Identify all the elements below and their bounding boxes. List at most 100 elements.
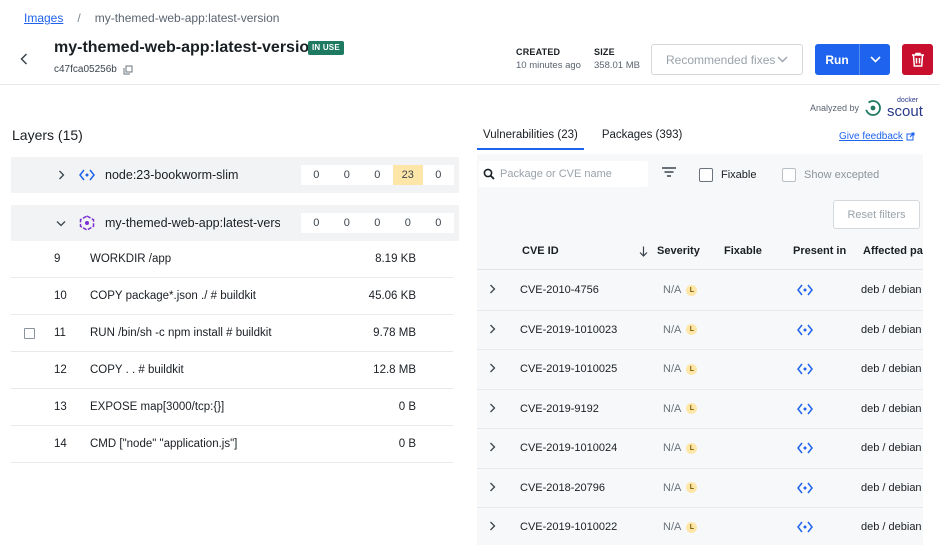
layer-checkbox[interactable] — [24, 328, 35, 339]
layer-row[interactable]: 13 EXPOSE map[3000/tcp:{}] 0 B — [11, 389, 453, 426]
layer-name: node:23-bookworm-slim — [105, 168, 280, 182]
copy-icon[interactable] — [123, 65, 133, 75]
layer-command: RUN /bin/sh -c npm install # buildkit — [90, 327, 272, 339]
cve-id[interactable]: CVE-2019-1010022 — [520, 521, 617, 533]
tab-packages[interactable]: Packages (393) — [596, 122, 689, 150]
layer-group-node[interactable]: node:23-bookworm-slim 0 0 0 23 0 — [11, 157, 459, 193]
present-in-icon — [797, 362, 813, 379]
search-input[interactable]: Package or CVE name — [479, 161, 648, 187]
layer-row[interactable]: 9 WORKDIR /app 8.19 KB — [11, 241, 453, 278]
chevron-right-icon[interactable] — [489, 324, 496, 334]
layer-index: 11 — [54, 327, 66, 339]
count-low: 23 — [392, 165, 423, 185]
present-in-icon — [797, 520, 813, 537]
severity-level-badge: L — [686, 324, 698, 335]
vulnerability-row[interactable]: CVE-2019-1010025 N/A L deb / debian — [477, 350, 923, 390]
header-affected-package[interactable]: Affected pac — [863, 245, 923, 257]
layer-index: 13 — [54, 401, 67, 413]
header-fixable[interactable]: Fixable — [724, 245, 762, 257]
run-options-button[interactable] — [860, 44, 890, 75]
layer-command: EXPOSE map[3000/tcp:{}] — [90, 401, 225, 413]
collapse-layer-button[interactable] — [51, 220, 71, 227]
cve-id[interactable]: CVE-2019-1010024 — [520, 442, 617, 454]
affected-package: deb / debian — [861, 363, 922, 375]
chevron-right-icon[interactable] — [489, 482, 496, 492]
fixable-label: Fixable — [721, 169, 757, 181]
layer-group-app[interactable]: my-themed-web-app:latest-vers... 0 0 0 0… — [11, 205, 459, 241]
chevron-down-icon — [777, 56, 788, 63]
expand-layer-button[interactable] — [51, 170, 71, 180]
layer-size: 12.8 MB — [373, 364, 416, 376]
chevron-right-icon[interactable] — [489, 363, 496, 373]
chevron-right-icon[interactable] — [489, 521, 496, 531]
severity: N/A L — [663, 442, 698, 454]
count-unspecified: 0 — [423, 165, 454, 185]
present-in-icon — [797, 441, 813, 458]
cve-id[interactable]: CVE-2019-1010025 — [520, 363, 617, 375]
chevron-right-icon[interactable] — [489, 284, 496, 294]
header-present-in[interactable]: Present in — [793, 245, 846, 257]
digest-text: c47fca05256b — [54, 64, 117, 75]
sort-arrow-down-icon[interactable] — [639, 246, 648, 257]
layer-command: COPY package*.json ./ # buildkit — [90, 290, 256, 302]
recommended-fixes-dropdown[interactable]: Recommended fixes — [651, 44, 803, 75]
show-excepted-checkbox[interactable]: Show excepted — [782, 168, 879, 182]
vulnerability-row[interactable]: CVE-2019-9192 N/A L deb / debian — [477, 390, 923, 429]
chevron-right-icon[interactable] — [489, 442, 496, 452]
chevron-down-icon — [56, 220, 66, 226]
layer-command: WORKDIR /app — [90, 253, 172, 265]
severity-level-badge: L — [686, 482, 698, 493]
layer-name-prefix: node — [105, 168, 133, 182]
cve-id[interactable]: CVE-2018-20796 — [520, 482, 605, 494]
layer-size: 0 B — [398, 401, 416, 413]
chevron-down-icon — [869, 56, 881, 63]
layer-size: 9.78 MB — [373, 327, 416, 339]
chevron-right-icon[interactable] — [489, 403, 496, 413]
severity-text: N/A — [663, 402, 682, 415]
reset-filters-button[interactable]: Reset filters — [833, 200, 920, 229]
cve-id[interactable]: CVE-2010-4756 — [520, 284, 599, 296]
present-in-icon — [797, 283, 813, 300]
layer-size: 8.19 KB — [375, 253, 416, 265]
affected-package: deb / debian — [861, 481, 922, 494]
layer-row[interactable]: 10 COPY package*.json ./ # buildkit 45.0… — [11, 278, 453, 315]
brand-scout: scout — [887, 103, 923, 120]
delete-button[interactable] — [902, 44, 933, 75]
show-excepted-box[interactable] — [782, 168, 796, 182]
fixable-checkbox[interactable]: Fixable — [699, 168, 756, 182]
breadcrumb-images-link[interactable]: Images — [24, 11, 63, 25]
layer-row[interactable]: 12 COPY . . # buildkit 12.8 MB — [11, 352, 453, 389]
image-digest: c47fca05256b — [54, 64, 133, 75]
severity: N/A L — [663, 363, 698, 375]
vulnerability-row[interactable]: CVE-2010-4756 N/A L deb / debian — [477, 271, 923, 311]
tab-vulnerabilities[interactable]: Vulnerabilities (23) — [477, 122, 584, 150]
filter-icon[interactable] — [661, 166, 677, 178]
vulnerability-row[interactable]: CVE-2018-20796 N/A L deb / debian — [477, 469, 923, 508]
vulnerability-counts: 0 0 0 0 0 — [301, 213, 454, 233]
cve-id[interactable]: CVE-2019-1010023 — [520, 324, 617, 336]
severity-text: N/A — [663, 481, 682, 494]
cve-id[interactable]: CVE-2019-9192 — [520, 403, 599, 415]
fixable-box[interactable] — [699, 168, 713, 182]
vulnerability-row[interactable]: CVE-2019-1010024 N/A L deb / debian — [477, 429, 923, 469]
present-in-icon — [797, 323, 813, 340]
severity-level-badge: L — [686, 284, 698, 296]
layer-index: 12 — [54, 364, 67, 376]
base-image-icon — [78, 168, 96, 182]
run-button[interactable]: Run — [815, 44, 890, 75]
header-severity[interactable]: Severity — [657, 245, 700, 257]
affected-package: deb / debian — [861, 323, 922, 336]
layer-index: 14 — [54, 438, 67, 450]
layer-name-prefix: my-themed-web-app — [105, 216, 220, 230]
vulnerability-row[interactable]: CVE-2019-1010022 N/A L deb / debian — [477, 508, 923, 545]
vulnerability-row[interactable]: CVE-2019-1010023 N/A L deb / debian — [477, 311, 923, 350]
header-cve-id[interactable]: CVE ID — [522, 245, 559, 257]
layer-name-tag: 23-bookworm-slim — [136, 168, 239, 182]
give-feedback-link[interactable]: Give feedback — [839, 131, 915, 142]
layer-row[interactable]: 14 CMD ["node" "application.js"] 0 B — [11, 426, 453, 463]
recommended-fixes-label: Recommended fixes — [666, 52, 776, 67]
count-medium: 0 — [362, 165, 393, 185]
back-button[interactable] — [16, 51, 32, 67]
layer-row[interactable]: 11 RUN /bin/sh -c npm install # buildkit… — [11, 315, 453, 352]
breadcrumb: Images / my-themed-web-app:latest-version — [24, 11, 279, 25]
